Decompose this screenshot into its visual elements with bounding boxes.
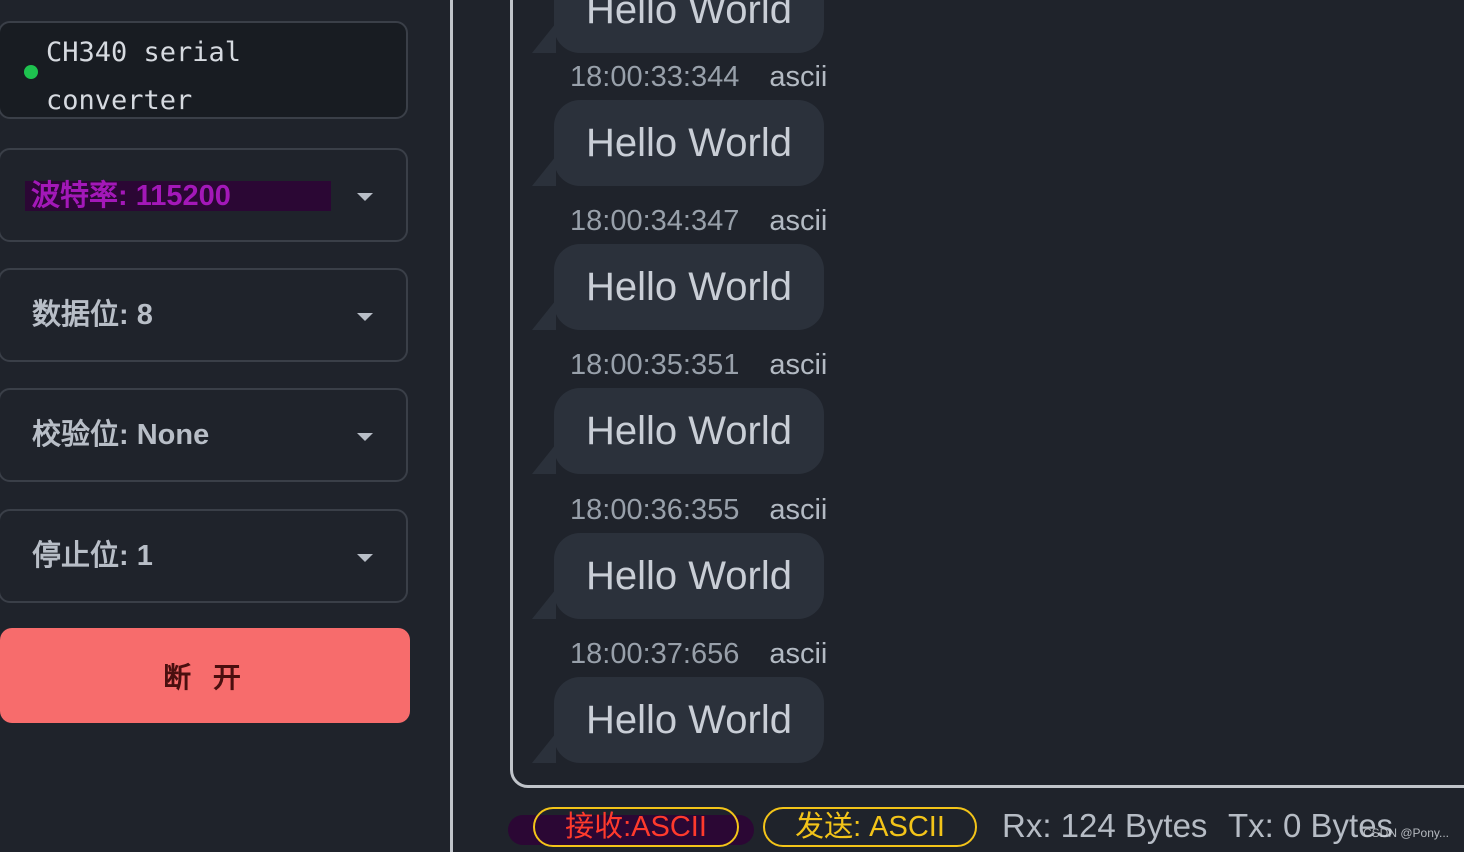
message-meta: 18:00:33:344 ascii: [570, 60, 827, 94]
status-bar: 接收:ASCII 发送: ASCII Rx: 124 Bytes Tx: 0 B…: [0, 800, 1464, 852]
message-meta: 18:00:37:656 ascii: [570, 637, 827, 671]
rx-mode-toggle[interactable]: 接收:ASCII: [533, 807, 739, 847]
message-encoding: ascii: [769, 349, 828, 381]
parity-label: 校验位: None: [32, 419, 210, 451]
message-bubble-tail: [532, 589, 556, 619]
data-bits-select[interactable]: 数据位: 8: [0, 268, 408, 362]
stop-bits-select[interactable]: 停止位: 1: [0, 509, 408, 603]
sidebar: CH340 serial converter 波特率: 115200 数据位: …: [0, 0, 452, 852]
parity-select[interactable]: 校验位: None: [0, 388, 408, 482]
chevron-down-icon: [357, 433, 373, 441]
message-bubble: Hello World: [554, 100, 824, 186]
message-bubble: Hello World: [554, 533, 824, 619]
message-bubble: Hello World: [554, 244, 824, 330]
chevron-down-icon: [357, 193, 373, 201]
serial-port-card[interactable]: CH340 serial converter: [0, 21, 408, 119]
message-meta: 18:00:34:347 ascii: [570, 204, 827, 238]
message-timestamp: 18:00:33:344: [570, 61, 740, 93]
stop-bits-label: 停止位: 1: [32, 540, 153, 572]
watermark: CSDN @Pony...: [1363, 826, 1449, 840]
message-bubble-tail: [532, 733, 556, 763]
message-bubble-tail: [532, 23, 556, 53]
tx-mode-toggle[interactable]: 发送: ASCII: [763, 807, 977, 847]
chevron-down-icon: [357, 313, 373, 321]
message-encoding: ascii: [769, 638, 828, 670]
message-meta: 18:00:35:351 ascii: [570, 348, 827, 382]
message-bubble-tail: [532, 156, 556, 186]
message-timestamp: 18:00:37:656: [570, 638, 740, 670]
baud-rate-select[interactable]: 波特率: 115200: [0, 148, 408, 242]
message-bubble: Hello World: [554, 0, 824, 53]
message-timestamp: 18:00:36:355: [570, 494, 740, 526]
message-bubble-tail: [532, 444, 556, 474]
message-timestamp: 18:00:34:347: [570, 205, 740, 237]
message-bubble-tail: [532, 300, 556, 330]
message-encoding: ascii: [769, 61, 828, 93]
message-timestamp: 18:00:35:351: [570, 349, 740, 381]
connection-status-indicator: [24, 65, 38, 79]
message-encoding: ascii: [769, 494, 828, 526]
serial-port-name: CH340 serial converter: [46, 37, 242, 116]
data-bits-label: 数据位: 8: [32, 299, 153, 331]
disconnect-button[interactable]: 断 开: [0, 628, 410, 723]
message-bubble: Hello World: [554, 677, 824, 763]
baud-rate-label: 波特率: 115200: [25, 181, 331, 211]
rx-byte-count: Rx: 124 Bytes: [1002, 807, 1208, 844]
panel-divider[interactable]: [450, 0, 453, 852]
chevron-down-icon: [357, 554, 373, 562]
message-meta: 18:00:36:355 ascii: [570, 493, 827, 527]
message-bubble: Hello World: [554, 388, 824, 474]
message-encoding: ascii: [769, 205, 828, 237]
